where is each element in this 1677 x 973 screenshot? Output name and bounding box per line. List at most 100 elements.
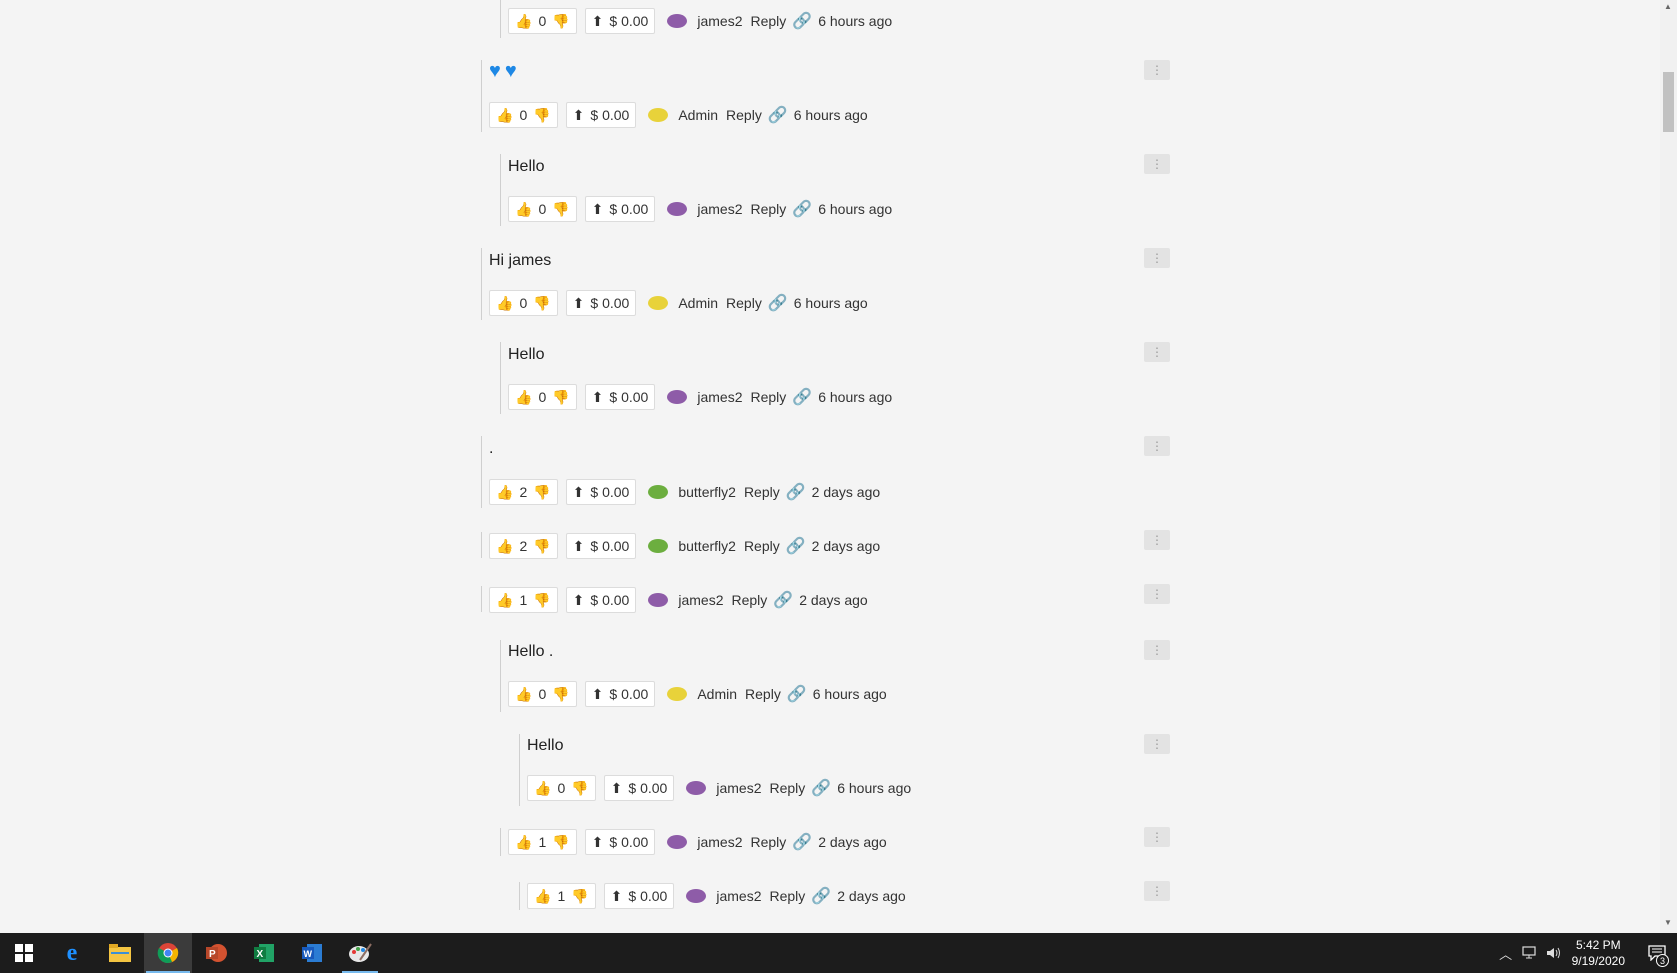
username[interactable]: james2 (697, 13, 742, 29)
more-options-button[interactable]: ⋮ (1144, 584, 1170, 604)
avatar[interactable] (648, 485, 669, 499)
avatar[interactable] (648, 108, 669, 122)
link-icon[interactable]: 🔗 (811, 778, 831, 798)
tip-button[interactable]: ⬆ $ 0.00 (565, 479, 637, 505)
vertical-scrollbar[interactable]: ▲ ▼ (1660, 0, 1677, 933)
username[interactable]: james2 (697, 834, 742, 850)
link-icon[interactable]: 🔗 (792, 387, 812, 407)
reply-button[interactable]: Reply (745, 686, 781, 702)
tip-button[interactable]: ⬆ $ 0.00 (584, 196, 656, 222)
thumbs-down-icon[interactable]: 👎 (552, 389, 569, 406)
thumbs-down-icon[interactable]: 👎 (533, 484, 550, 501)
file-explorer-icon[interactable] (96, 933, 144, 973)
thumbs-down-icon[interactable]: 👎 (533, 295, 550, 312)
link-icon[interactable]: 🔗 (768, 105, 788, 125)
link-icon[interactable]: 🔗 (786, 536, 806, 556)
word-icon[interactable]: W (288, 933, 336, 973)
tip-button[interactable]: ⬆ $ 0.00 (603, 775, 675, 801)
reply-button[interactable]: Reply (744, 538, 780, 554)
volume-icon[interactable] (1542, 946, 1566, 960)
username[interactable]: Admin (678, 107, 718, 123)
username[interactable]: james2 (697, 389, 742, 405)
username[interactable]: james2 (697, 201, 742, 217)
username[interactable]: Admin (678, 295, 718, 311)
tip-button[interactable]: ⬆ $ 0.00 (584, 384, 656, 410)
network-icon[interactable] (1518, 946, 1542, 960)
avatar[interactable] (667, 14, 688, 28)
windows-start-icon[interactable] (0, 933, 48, 973)
reply-button[interactable]: Reply (769, 888, 805, 904)
thumbs-down-icon[interactable]: 👎 (552, 201, 569, 218)
tip-button[interactable]: ⬆ $ 0.00 (603, 883, 675, 909)
reply-button[interactable]: Reply (750, 834, 786, 850)
reply-button[interactable]: Reply (744, 484, 780, 500)
username[interactable]: butterfly2 (678, 538, 736, 554)
thumbs-down-icon[interactable]: 👎 (571, 888, 588, 905)
thumbs-up-icon[interactable]: 👍 (496, 538, 513, 555)
scroll-up-arrow-icon[interactable]: ▲ (1664, 2, 1672, 11)
more-options-button[interactable]: ⋮ (1144, 640, 1170, 660)
avatar[interactable] (667, 202, 688, 216)
link-icon[interactable]: 🔗 (786, 482, 806, 502)
thumbs-up-icon[interactable]: 👍 (515, 13, 532, 30)
thumbs-up-icon[interactable]: 👍 (534, 888, 551, 905)
reply-button[interactable]: Reply (726, 295, 762, 311)
tip-button[interactable]: ⬆ $ 0.00 (584, 8, 656, 34)
more-options-button[interactable]: ⋮ (1144, 530, 1170, 550)
thumbs-down-icon[interactable]: 👎 (533, 538, 550, 555)
link-icon[interactable]: 🔗 (773, 590, 793, 610)
more-options-button[interactable]: ⋮ (1144, 436, 1170, 456)
thumbs-up-icon[interactable]: 👍 (515, 686, 532, 703)
chrome-icon[interactable] (144, 933, 192, 973)
avatar[interactable] (667, 390, 688, 404)
scroll-down-arrow-icon[interactable]: ▼ (1664, 918, 1672, 927)
username[interactable]: james2 (678, 592, 723, 608)
avatar[interactable] (648, 539, 669, 553)
link-icon[interactable]: 🔗 (811, 886, 831, 906)
reply-button[interactable]: Reply (731, 592, 767, 608)
more-options-button[interactable]: ⋮ (1144, 734, 1170, 754)
excel-icon[interactable]: X (240, 933, 288, 973)
tip-button[interactable]: ⬆ $ 0.00 (584, 829, 656, 855)
paint-icon[interactable] (336, 933, 384, 973)
avatar[interactable] (667, 687, 688, 701)
thumbs-down-icon[interactable]: 👎 (533, 107, 550, 124)
reply-button[interactable]: Reply (750, 13, 786, 29)
avatar[interactable] (667, 835, 688, 849)
thumbs-up-icon[interactable]: 👍 (496, 484, 513, 501)
tip-button[interactable]: ⬆ $ 0.00 (565, 102, 637, 128)
scroll-thumb[interactable] (1663, 72, 1674, 132)
avatar[interactable] (686, 781, 707, 795)
link-icon[interactable]: 🔗 (792, 11, 812, 31)
clock[interactable]: 5:42 PM 9/19/2020 (1572, 937, 1625, 969)
more-options-button[interactable]: ⋮ (1144, 154, 1170, 174)
avatar[interactable] (686, 889, 707, 903)
avatar[interactable] (648, 593, 669, 607)
thumbs-up-icon[interactable]: 👍 (496, 295, 513, 312)
thumbs-down-icon[interactable]: 👎 (552, 686, 569, 703)
more-options-button[interactable]: ⋮ (1144, 60, 1170, 80)
more-options-button[interactable]: ⋮ (1144, 248, 1170, 268)
link-icon[interactable]: 🔗 (787, 684, 807, 704)
tip-button[interactable]: ⬆ $ 0.00 (584, 681, 656, 707)
more-options-button[interactable]: ⋮ (1144, 827, 1170, 847)
tip-button[interactable]: ⬆ $ 0.00 (565, 533, 637, 559)
thumbs-up-icon[interactable]: 👍 (515, 834, 532, 851)
chevron-up-icon[interactable]: ︿ (1494, 944, 1518, 963)
avatar[interactable] (648, 296, 669, 310)
thumbs-up-icon[interactable]: 👍 (496, 107, 513, 124)
username[interactable]: james2 (716, 888, 761, 904)
tip-button[interactable]: ⬆ $ 0.00 (565, 587, 637, 613)
reply-button[interactable]: Reply (726, 107, 762, 123)
thumbs-up-icon[interactable]: 👍 (496, 592, 513, 609)
thumbs-down-icon[interactable]: 👎 (533, 592, 550, 609)
username[interactable]: james2 (716, 780, 761, 796)
thumbs-up-icon[interactable]: 👍 (515, 201, 532, 218)
thumbs-down-icon[interactable]: 👎 (552, 834, 569, 851)
reply-button[interactable]: Reply (769, 780, 805, 796)
link-icon[interactable]: 🔗 (792, 832, 812, 852)
link-icon[interactable]: 🔗 (792, 199, 812, 219)
reply-button[interactable]: Reply (750, 389, 786, 405)
thumbs-up-icon[interactable]: 👍 (515, 389, 532, 406)
edge-icon[interactable]: e (48, 933, 96, 973)
